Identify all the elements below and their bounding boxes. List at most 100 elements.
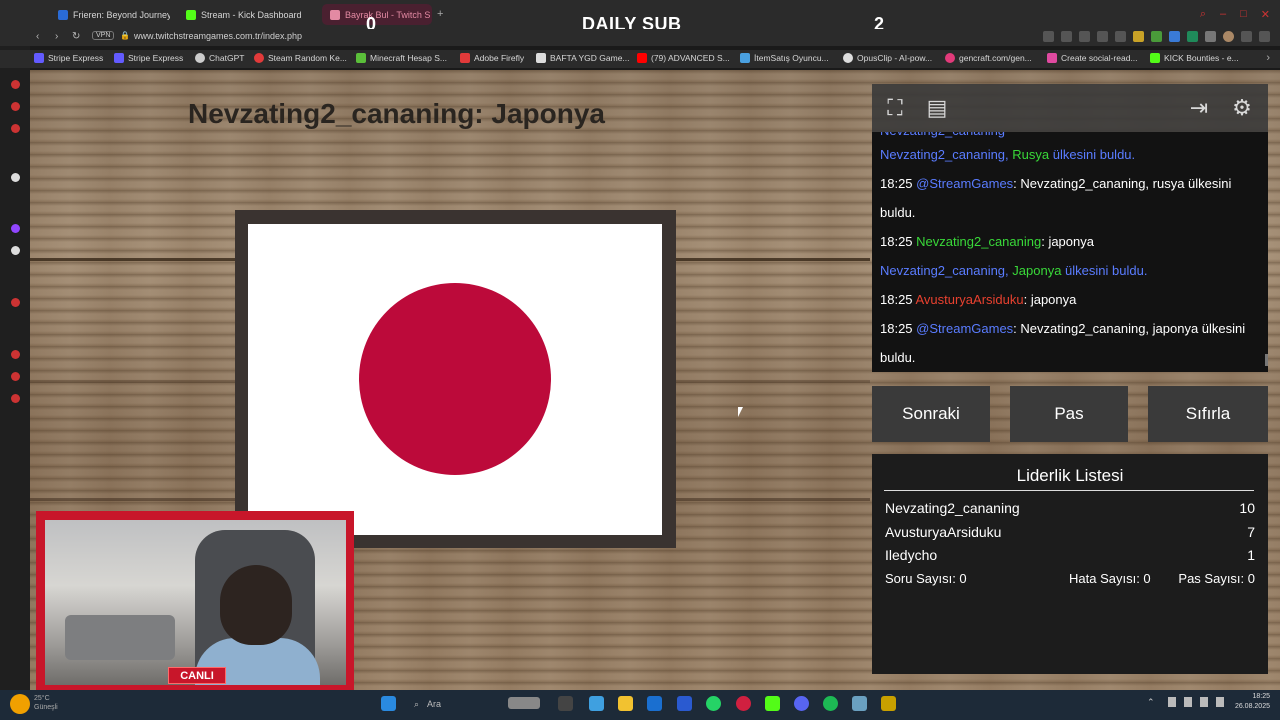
outlook-icon[interactable]	[647, 696, 662, 711]
spotify-icon[interactable]	[823, 696, 838, 711]
task-view-icon[interactable]	[558, 696, 573, 711]
display-icon[interactable]	[1184, 697, 1192, 707]
sidebar-player-icon[interactable]	[11, 298, 20, 307]
url-field[interactable]: www.twitchstreamgames.com.tr/index.php	[134, 31, 302, 41]
gear-icon[interactable]: ⚙	[1226, 92, 1258, 124]
weather-icon[interactable]	[10, 694, 30, 714]
bookmark-item[interactable]: Adobe Firefly	[460, 53, 524, 63]
bookmark-item[interactable]: Steam Random Ke...	[254, 53, 347, 63]
weather-widget[interactable]: 25°C Güneşli	[34, 694, 58, 712]
play-icon[interactable]	[1097, 31, 1108, 42]
sidebar-aria-icon[interactable]	[11, 173, 20, 182]
search-tabs-icon[interactable]: ⌕	[1200, 8, 1206, 21]
leaderboard-title: Liderlik Listesi	[1016, 466, 1124, 485]
widgets-icon[interactable]	[508, 697, 540, 709]
tab-frieren[interactable]: Frieren: Beyond Journey's	[50, 4, 170, 25]
taskbar	[0, 690, 1280, 720]
start-icon[interactable]	[381, 696, 396, 711]
heart-icon[interactable]	[1115, 31, 1126, 42]
bookmark-item[interactable]: ChatGPT	[195, 53, 244, 63]
sidebar-twitch-icon[interactable]	[11, 224, 20, 233]
shield-icon[interactable]	[1079, 31, 1090, 42]
tab-bayrak-bul[interactable]: Bayrak Bul - Twitch S	[322, 4, 432, 25]
bookmark-item[interactable]: (79) ADVANCED S...	[637, 53, 730, 63]
tray-chevron-icon[interactable]: ⌃	[1147, 697, 1155, 708]
extension-icon[interactable]	[1151, 31, 1162, 42]
bookmark-icon[interactable]	[1043, 31, 1054, 42]
kick-app-icon[interactable]	[765, 696, 780, 711]
extension-icon[interactable]	[1133, 31, 1144, 42]
bookmark-item[interactable]: Stripe Express	[34, 53, 103, 63]
bookmark-item[interactable]: BAFTA YGD Game...	[536, 53, 630, 63]
volume-icon[interactable]	[1216, 697, 1224, 707]
app-icon[interactable]	[852, 696, 867, 711]
sidebar-history-icon[interactable]	[11, 350, 20, 359]
bookmark-item[interactable]: KICK Bounties - e...	[1150, 53, 1239, 63]
app-icon[interactable]	[881, 696, 896, 711]
discord-icon[interactable]	[794, 696, 809, 711]
sidebar-mail-icon[interactable]	[11, 124, 20, 133]
mic-icon[interactable]	[1168, 697, 1176, 707]
next-button[interactable]: Sonraki	[872, 386, 990, 442]
sidebar-x-icon[interactable]	[11, 246, 20, 255]
wifi-icon[interactable]	[1200, 697, 1208, 707]
gencraft-icon	[945, 53, 955, 63]
tab-kick-dashboard[interactable]: Stream - Kick Dashboard	[178, 4, 308, 25]
explorer-icon[interactable]	[618, 696, 633, 711]
opera-icon[interactable]	[736, 696, 751, 711]
puzzle-icon[interactable]	[1205, 31, 1216, 42]
bookmark-item[interactable]: gencraft.com/gen...	[945, 53, 1032, 63]
document-icon[interactable]: ▤	[921, 92, 953, 124]
chatgpt-icon	[195, 53, 205, 63]
error-count: Hata Sayısı: 0	[1069, 571, 1151, 586]
lock-icon[interactable]: 🔒	[120, 31, 130, 40]
close-icon[interactable]: ✕	[1261, 8, 1270, 21]
forward-icon[interactable]: ›	[55, 31, 58, 42]
question-count: Soru Sayısı: 0	[885, 571, 967, 586]
sidebar-whatsapp-icon[interactable]	[11, 102, 20, 111]
leaderboard-row: Iledycho 1	[885, 547, 1255, 563]
mouse-cursor-icon	[738, 407, 743, 417]
extension-icon[interactable]	[1187, 31, 1198, 42]
chat-message-continued: buldu.	[880, 350, 916, 365]
minimize-icon[interactable]: –	[1220, 8, 1226, 21]
chat-scrollbar[interactable]	[1265, 354, 1268, 366]
flag-disc	[359, 283, 551, 475]
opusclip-icon	[843, 53, 853, 63]
bookmark-item[interactable]: İtemSatış Oyuncu...	[740, 53, 829, 63]
bookmark-item[interactable]: Create social-read...	[1047, 53, 1138, 63]
download-icon[interactable]	[1241, 31, 1252, 42]
stripe-icon	[34, 53, 44, 63]
steam-icon	[254, 53, 264, 63]
speaker-icon	[330, 9, 340, 20]
edge-icon[interactable]	[589, 696, 604, 711]
snapshot-icon[interactable]	[1061, 31, 1072, 42]
back-icon[interactable]: ‹	[36, 31, 39, 42]
bookmark-item[interactable]: Minecraft Hesap S...	[356, 53, 447, 63]
menu-icon[interactable]	[1259, 31, 1270, 42]
whatsapp-icon[interactable]	[706, 696, 721, 711]
chat-panel[interactable]: Nevzating2_cananing Nevzating2_cananing,…	[872, 132, 1268, 372]
sidebar-pinboard-icon[interactable]	[11, 372, 20, 381]
new-tab-icon[interactable]: +	[437, 8, 443, 20]
chat-message: 18:25 Nevzating2_cananing: japonya	[880, 234, 1094, 249]
logout-icon[interactable]: ⇥	[1183, 92, 1215, 124]
vpn-badge[interactable]: VPN	[92, 31, 115, 40]
sidebar-settings-icon[interactable]	[11, 394, 20, 403]
store-icon[interactable]	[677, 696, 692, 711]
pass-button[interactable]: Pas	[1010, 386, 1128, 442]
reload-icon[interactable]: ↻	[72, 31, 80, 42]
taskbar-clock[interactable]: 18:25 26.08.2025	[1235, 692, 1270, 712]
kick-icon	[1150, 53, 1160, 63]
reset-button[interactable]: Sıfırla	[1148, 386, 1268, 442]
bookmark-item[interactable]: OpusClip - AI-pow...	[843, 53, 932, 63]
bookmarks-overflow-icon[interactable]: ›	[1266, 52, 1270, 64]
bookmark-item[interactable]: Stripe Express	[114, 53, 183, 63]
tab-bar: Frieren: Beyond Journey's Stream - Kick …	[0, 0, 1280, 34]
fullscreen-icon[interactable]: ⛶	[879, 92, 911, 124]
bookmarks-bar: Stripe Express Stripe Express ChatGPT St…	[0, 50, 1280, 68]
sidebar-messenger-icon[interactable]	[11, 80, 20, 89]
avatar[interactable]	[1223, 31, 1234, 42]
extension-icon[interactable]	[1169, 31, 1180, 42]
maximize-icon[interactable]: □	[1240, 8, 1247, 21]
